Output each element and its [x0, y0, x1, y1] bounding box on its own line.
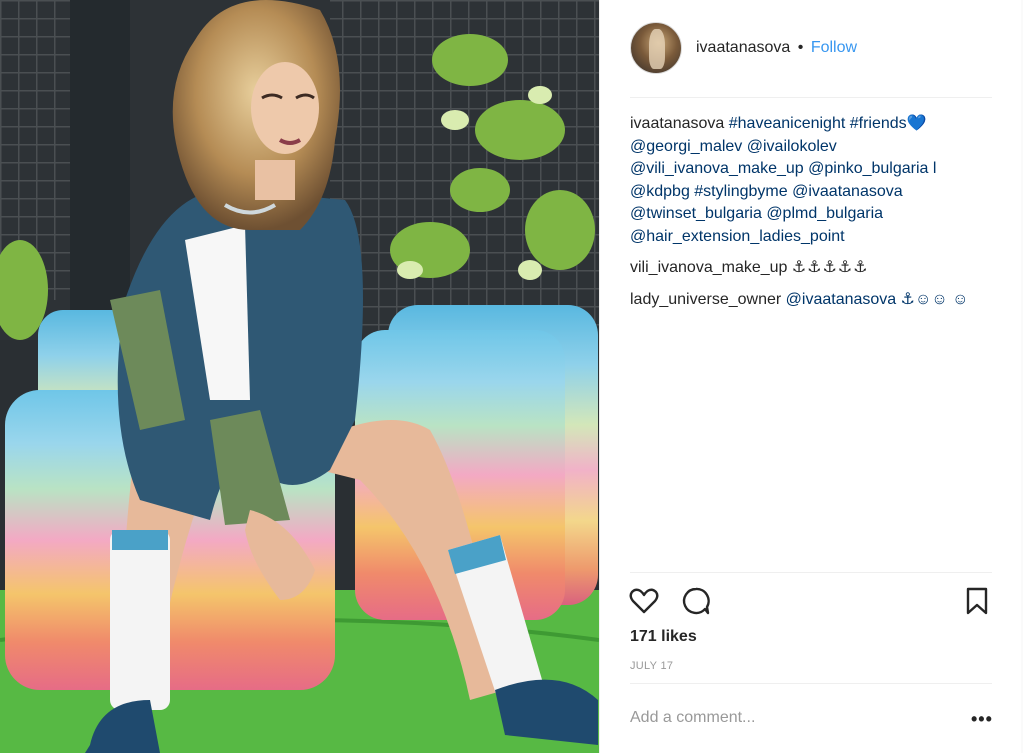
separator-dot: •	[797, 39, 804, 56]
post-username-link[interactable]: ivaatanasova	[696, 39, 790, 56]
header-line: ivaatanasova • Follow	[696, 39, 857, 57]
comment-icon	[682, 587, 710, 615]
comment-input-divider	[630, 683, 992, 684]
comment-author-link[interactable]: lady_universe_owner	[630, 291, 781, 308]
comment-list: ivaatanasova #haveanicenight #friends💙 @…	[630, 113, 992, 320]
post-image	[0, 0, 599, 753]
follow-button[interactable]: Follow	[811, 39, 857, 56]
comment-author-link[interactable]: vili_ivanova_make_up	[630, 259, 787, 276]
add-comment-input[interactable]	[630, 709, 960, 727]
comment-author-link[interactable]: ivaatanasova	[630, 115, 724, 132]
header-divider	[630, 97, 992, 98]
post-photo[interactable]	[0, 0, 599, 753]
comment-text: ⚓⚓⚓⚓⚓	[791, 259, 869, 276]
post-header: ivaatanasova • Follow	[600, 0, 1022, 97]
more-options-icon[interactable]: •••	[971, 709, 993, 730]
likes-count[interactable]: 171 likes	[630, 628, 697, 646]
actions-divider	[630, 572, 992, 573]
comment-text[interactable]: #haveanicenight #friends💙 @georgi_malev …	[630, 115, 936, 245]
like-button[interactable]	[628, 585, 660, 617]
comment-item: ivaatanasova #haveanicenight #friends💙 @…	[630, 113, 992, 248]
avatar[interactable]	[630, 22, 682, 74]
post-date[interactable]: JULY 17	[630, 660, 673, 672]
save-button[interactable]	[961, 585, 993, 617]
comment-text[interactable]: @ivaatanasova ⚓☺☺ ☺	[786, 291, 969, 308]
comment-button[interactable]	[680, 585, 712, 617]
heart-icon	[629, 588, 659, 614]
comment-item: lady_universe_owner @ivaatanasova ⚓☺☺ ☺	[630, 289, 992, 312]
post-sidebar: ivaatanasova • Follow ivaatanasova #have…	[599, 0, 1021, 753]
action-bar	[628, 585, 994, 617]
comment-item: vili_ivanova_make_up ⚓⚓⚓⚓⚓	[630, 257, 992, 280]
bookmark-icon	[966, 587, 988, 615]
